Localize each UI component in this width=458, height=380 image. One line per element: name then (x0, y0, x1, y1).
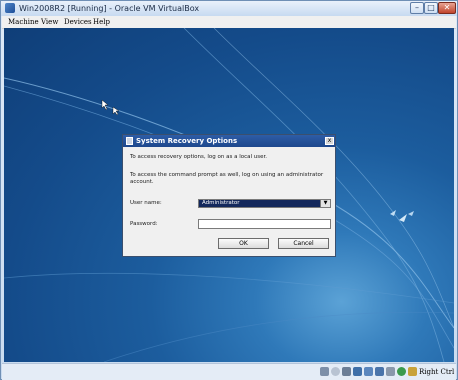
virtualbox-window: Win2008R2 [Running] - Oracle VM VirtualB… (0, 0, 458, 380)
close-button[interactable]: ✕ (438, 2, 456, 14)
host-key-label: Right Ctrl (419, 368, 455, 376)
dialog-instruction-1: To access recovery options, log on as a … (130, 154, 268, 160)
optical-drive-icon[interactable] (331, 367, 340, 376)
usb-icon[interactable] (353, 367, 362, 376)
password-field[interactable] (198, 219, 331, 229)
shared-folders-icon[interactable] (364, 367, 373, 376)
minimize-button[interactable]: – (410, 2, 424, 14)
menu-help[interactable]: Help (93, 16, 110, 28)
menu-view[interactable]: View (41, 16, 58, 28)
chevron-down-icon[interactable]: ▼ (320, 200, 330, 207)
virtualbox-app-icon (5, 3, 15, 13)
hard-disk-icon[interactable] (320, 367, 329, 376)
dialog-instruction-2-cont: account. (130, 179, 154, 185)
title-bar[interactable]: Win2008R2 [Running] - Oracle VM VirtualB… (1, 1, 457, 16)
menu-machine[interactable]: Machine (8, 16, 39, 28)
network-icon[interactable] (386, 367, 395, 376)
dialog-title: System Recovery Options (136, 137, 238, 145)
audio-icon[interactable] (342, 367, 351, 376)
dialog-close-button[interactable]: x (325, 137, 334, 145)
display-icon[interactable] (375, 367, 384, 376)
dialog-instruction-2: To access the command prompt as well, lo… (130, 172, 324, 178)
ok-button[interactable]: OK (218, 238, 269, 249)
recording-icon[interactable] (397, 367, 406, 376)
username-label: User name: (130, 200, 162, 206)
menu-devices[interactable]: Devices (64, 16, 92, 28)
username-select[interactable]: Administrator ▼ (198, 199, 331, 208)
cancel-button[interactable]: Cancel (278, 238, 329, 249)
username-value: Administrator (202, 200, 240, 206)
dialog-app-icon (126, 137, 133, 145)
password-label: Password: (130, 221, 158, 227)
system-recovery-dialog: System Recovery Options x To access reco… (122, 134, 336, 257)
guest-screen[interactable]: System Recovery Options x To access reco… (4, 28, 454, 362)
window-title: Win2008R2 [Running] - Oracle VM VirtualB… (19, 4, 200, 13)
mouse-integration-icon[interactable] (408, 367, 417, 376)
status-bar: Right Ctrl (2, 363, 456, 380)
maximize-button[interactable]: □ (424, 2, 438, 14)
dialog-title-bar[interactable]: System Recovery Options x (123, 135, 335, 147)
